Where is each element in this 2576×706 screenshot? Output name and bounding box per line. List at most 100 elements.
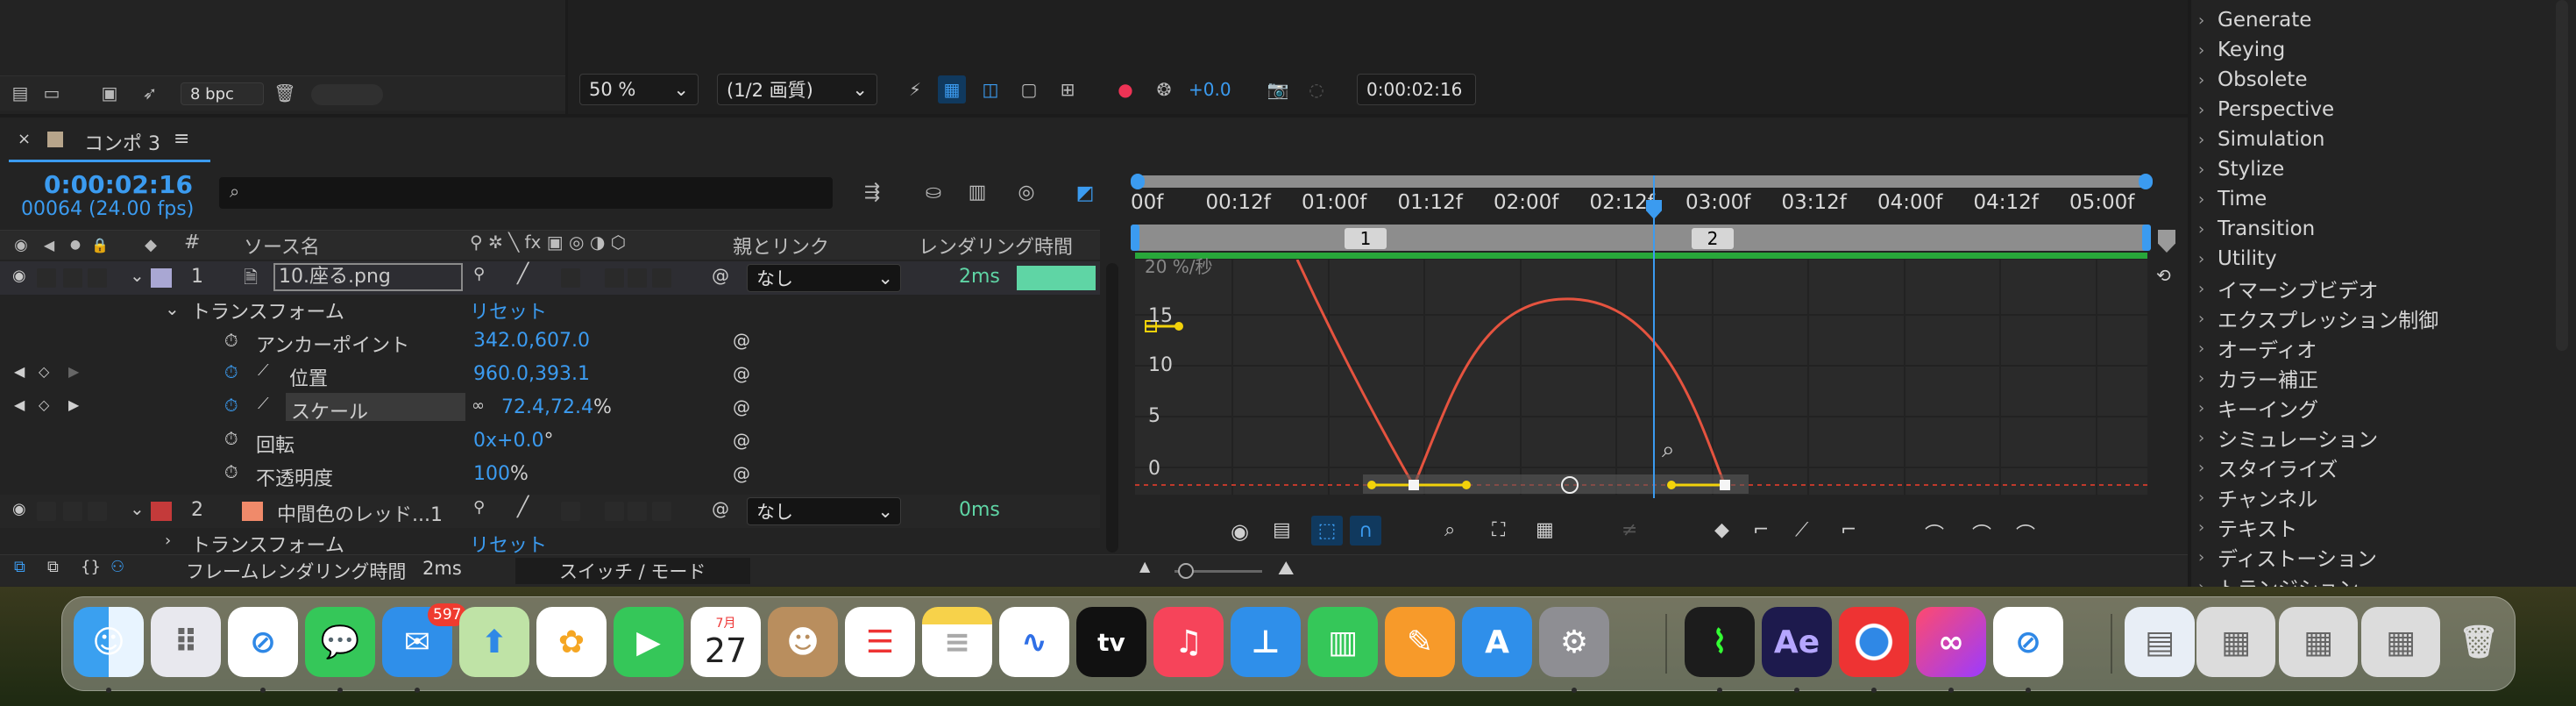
snapshot-icon[interactable]: 📷 <box>1266 77 1290 102</box>
effect-category[interactable]: › Simulation <box>2198 125 2325 154</box>
effect-category[interactable]: › Transition <box>2198 214 2315 244</box>
eye-icon[interactable]: ◉ <box>12 500 26 518</box>
rotation-value-group[interactable]: 0x+0.0 ° <box>473 430 553 452</box>
adjustment-switch[interactable] <box>652 268 671 288</box>
shy-switch[interactable]: ⚲ <box>473 265 485 283</box>
marker-1[interactable]: 1 <box>1345 228 1387 249</box>
freeform-icon[interactable]: ∿ <box>999 607 1069 677</box>
trash-icon[interactable]: 🗑 <box>272 81 298 105</box>
in-out-toggle-icon[interactable]: {} <box>81 558 101 576</box>
motion-blur-switch[interactable] <box>628 502 647 521</box>
effect-category[interactable]: › テキスト <box>2198 512 2297 542</box>
screenshot-stack-icon[interactable]: ▦ <box>2361 607 2440 677</box>
quality-switch[interactable]: ╱ <box>517 263 529 285</box>
position-value[interactable]: 960.0,393.1 <box>473 363 590 385</box>
close-tab-icon[interactable]: × <box>18 130 31 148</box>
photos-icon[interactable]: ✿ <box>536 607 607 677</box>
project-scroll[interactable] <box>311 84 383 105</box>
layer-bar-start[interactable] <box>1131 225 1139 251</box>
time-ruler[interactable]: 00f 00:12f 01:00f 01:12f 02:00f 02:12f 03:00f 0… <box>0 0 2188 214</box>
new-folder-icon[interactable]: ▭ <box>39 81 65 105</box>
effect-category[interactable]: › イマーシブビデオ <box>2198 274 2379 303</box>
next-keyframe-icon[interactable]: ▶ <box>68 396 79 413</box>
graph-toggle-icon[interactable]: ⟋ <box>258 395 269 413</box>
zoom-in-icon[interactable]: ⛰ <box>1278 558 1294 580</box>
effect-category[interactable]: › オーディオ <box>2198 333 2317 363</box>
document-stack-icon[interactable]: ▤ <box>2125 607 2195 677</box>
lock-switch[interactable] <box>88 268 107 288</box>
edit-selected-icon[interactable]: ≠ <box>1622 519 1637 541</box>
prev-keyframe-icon[interactable]: ◀ <box>14 396 25 413</box>
trash-icon[interactable]: 🗑 <box>2444 607 2514 677</box>
transparency-grid-icon[interactable]: ▦ <box>938 75 966 103</box>
separate-dimensions-icon[interactable]: ▦ <box>1536 519 1554 541</box>
layer-label-color[interactable] <box>151 502 172 521</box>
comp-flowchart-icon[interactable]: ⇶ <box>859 179 885 205</box>
region-of-interest-icon[interactable]: ▢ <box>1017 77 1041 102</box>
modes-toggle-icon[interactable]: ⧉ <box>47 558 59 576</box>
layers-scrollbar[interactable] <box>1106 263 1118 553</box>
effect-category[interactable]: › Stylize <box>2198 154 2284 184</box>
constrain-proportions-icon[interactable]: ∞ <box>472 396 485 415</box>
numbers-icon[interactable]: ▥ <box>1308 607 1378 677</box>
marker-2[interactable]: 2 <box>1692 228 1734 249</box>
eye-icon[interactable]: ◉ <box>12 267 26 285</box>
parent-select[interactable]: なし ⌄ <box>747 497 901 525</box>
comp-tab-title[interactable]: コンポ 3 <box>84 128 160 156</box>
fast-preview-icon[interactable]: ⚡ <box>903 77 927 102</box>
chevron-down-icon[interactable]: ⌄ <box>130 498 145 519</box>
work-area-end[interactable] <box>2139 174 2153 189</box>
system-settings-icon[interactable]: ⚙ <box>1539 607 1609 677</box>
solo-switch[interactable] <box>63 268 82 288</box>
effect-category[interactable]: › エクスプレッション制御 <box>2198 303 2438 333</box>
music-icon[interactable]: ♫ <box>1153 607 1224 677</box>
effect-category[interactable]: › Obsolete <box>2198 65 2307 95</box>
expression-pickwhip-icon[interactable]: @ <box>733 430 750 451</box>
easy-ease-icon[interactable]: ⌒ <box>1925 519 1944 547</box>
effect-category[interactable]: › Utility <box>2198 244 2277 274</box>
screenshot-stack-icon[interactable]: ▦ <box>2196 607 2275 677</box>
messages-icon[interactable]: 💬 <box>305 607 375 677</box>
audio-switch[interactable] <box>37 268 56 288</box>
scale-value-group[interactable]: 72.4,72.4% <box>501 396 612 418</box>
effect-category[interactable]: › シミュレーション <box>2198 423 2378 453</box>
channels-icon[interactable]: ● <box>1113 77 1138 102</box>
pickwhip-icon[interactable]: @ <box>712 498 729 519</box>
easy-ease-in-icon[interactable]: ⌒ <box>1972 519 1991 547</box>
maps-icon[interactable]: ⬆ <box>459 607 529 677</box>
opacity-value-group[interactable]: 100% <box>473 463 529 485</box>
keyframe-toggle-icon[interactable]: ◇ <box>39 396 49 413</box>
color-management-icon[interactable]: ❂ <box>1152 77 1176 102</box>
app-store-icon[interactable]: A <box>1462 607 1532 677</box>
pages-icon[interactable]: ✎ <box>1385 607 1455 677</box>
anchor-point-value[interactable]: 342.0,607.0 <box>473 330 590 352</box>
safari-preview-icon[interactable]: ⊘ <box>1993 607 2063 677</box>
effect-category[interactable]: › Generate <box>2198 5 2311 35</box>
effect-category[interactable]: › スタイライズ <box>2198 453 2338 482</box>
current-time-indicator[interactable] <box>1653 175 1655 498</box>
work-area-start[interactable] <box>1131 174 1145 189</box>
column-render-time[interactable]: レンダリング時間 <box>919 232 1073 260</box>
stopwatch-icon[interactable]: ⏱ <box>224 461 238 482</box>
chevron-down-icon[interactable]: ⌄ <box>130 265 145 286</box>
keyframe-diamond-icon[interactable]: ◆ <box>1714 519 1729 541</box>
opacity-value[interactable]: 100 <box>473 463 510 485</box>
layer-row-2[interactable]: ◉ ⌄ 2 中間色のレッド...1 ⚲ ╱ @ なし ⌄ 0ms <box>0 495 1100 528</box>
new-comp-icon[interactable]: ▣ <box>96 81 123 105</box>
chevron-down-icon[interactable]: ⌄ <box>165 298 180 319</box>
transform-reset[interactable]: リセット <box>470 296 547 324</box>
keynote-icon[interactable]: ⊥ <box>1231 607 1301 677</box>
creative-cloud-icon[interactable]: ∞ <box>1916 607 1986 677</box>
frame-blending-icon[interactable]: ▥ <box>964 179 990 205</box>
contacts-icon[interactable]: ☻ <box>768 607 838 677</box>
motion-blur-switch[interactable] <box>628 268 647 288</box>
layer-row-1[interactable]: ◉ ⌄ 1 🗎 10.座る.png ⚲ ╱ @ なし ⌄ 2ms <box>0 261 1100 295</box>
exposure-value[interactable]: +0.0 <box>1189 79 1231 100</box>
effect-category[interactable]: › チャンネル <box>2198 482 2317 512</box>
notes-icon[interactable]: ≡ <box>922 607 992 677</box>
adjust-icon[interactable]: ➶ <box>137 81 163 105</box>
mask-visibility-icon[interactable]: ◫ <box>978 77 1003 102</box>
prev-keyframe-icon[interactable]: ◀ <box>14 363 25 380</box>
fx-switch[interactable] <box>561 502 580 521</box>
effect-category[interactable]: › ディストーション <box>2198 542 2377 572</box>
